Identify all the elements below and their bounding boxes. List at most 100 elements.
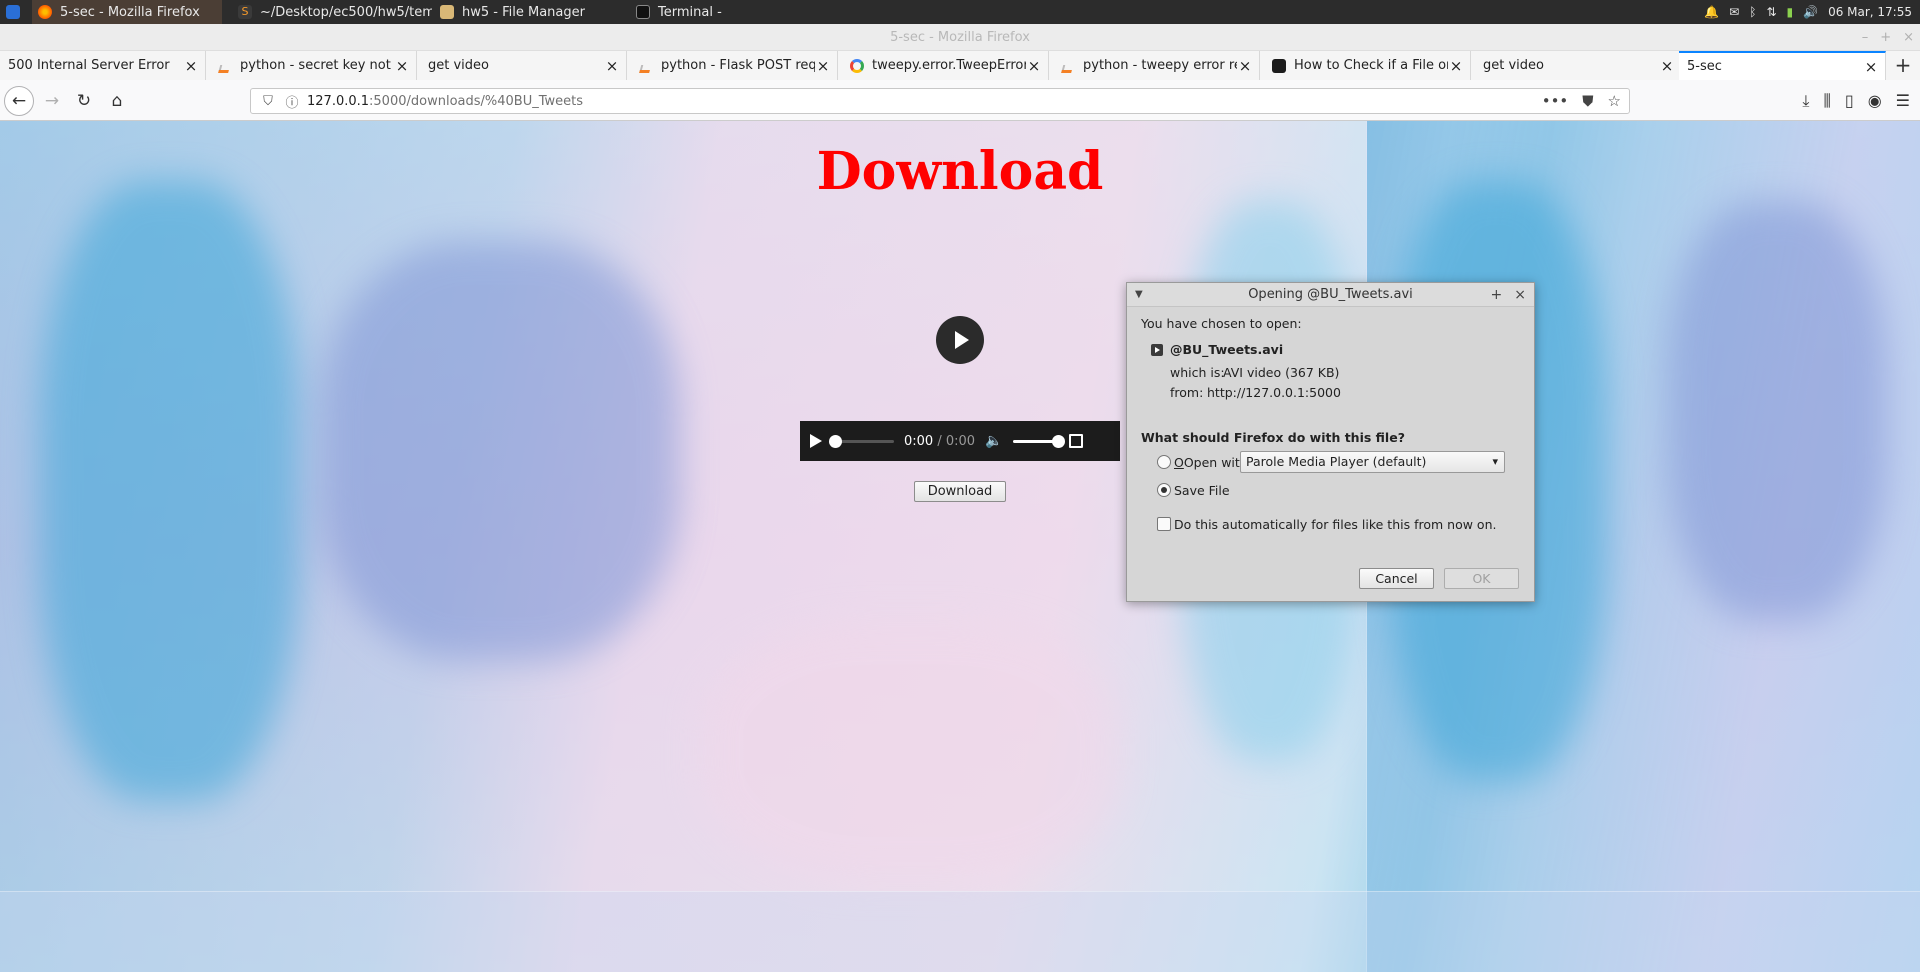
tab[interactable]: python - tweepy error resp × [1053, 51, 1260, 80]
video-scrubber[interactable] [829, 434, 894, 448]
dialog-question: What should Firefox do with this file? [1141, 430, 1405, 445]
tab[interactable]: get video × [1475, 51, 1682, 80]
volume-icon[interactable]: 🔊 [1803, 5, 1818, 19]
tab-active[interactable]: 5-sec × [1679, 51, 1886, 80]
taskbar-item-terminal[interactable]: Terminal - [630, 0, 830, 24]
tracking-shield-icon[interactable]: ⛉ [259, 94, 277, 109]
tab[interactable]: How to Check if a File or Di × [1264, 51, 1471, 80]
tab-label: python - secret key not set [240, 58, 394, 73]
tab-close-icon[interactable]: × [394, 57, 410, 75]
home-icon: ⌂ [111, 91, 123, 111]
window-titlebar: 5-sec - Mozilla Firefox – + × [0, 24, 1920, 51]
background-wash [40, 181, 300, 801]
system-tray: 🔔 ✉ ᛒ ⇅ ▮ 🔊 06 Mar, 17:55 [1704, 0, 1920, 24]
file-type-label: which is: [1170, 365, 1225, 380]
save-file-label[interactable]: Save File [1174, 483, 1230, 498]
volume-handle[interactable] [1051, 434, 1065, 448]
volume-slider[interactable] [1012, 434, 1065, 448]
window-title: 5-sec - Mozilla Firefox [890, 30, 1030, 45]
sidebar-icon[interactable]: ▯ [1845, 91, 1854, 110]
ok-button[interactable]: OK [1444, 568, 1519, 589]
website-favicon-icon [1272, 58, 1286, 73]
open-with-select[interactable]: Parole Media Player (default) ▾ [1240, 451, 1505, 473]
tab-label: python - Flask POST reque [661, 58, 815, 73]
file-open-dialog: ▼ Opening @BU_Tweets.avi + × You have ch… [1126, 282, 1535, 602]
new-tab-button[interactable]: + [1892, 51, 1914, 80]
file-source-value: http://127.0.0.1:5000 [1207, 385, 1341, 400]
forward-button[interactable]: → [38, 88, 66, 114]
library-icon[interactable]: ⫼ [1824, 91, 1831, 111]
network-icon[interactable]: ⇅ [1766, 5, 1776, 19]
open-with-radio[interactable] [1157, 455, 1171, 469]
desktop-panel: 5-sec - Mozilla Firefox S ~/Desktop/ec50… [0, 0, 1920, 24]
xfce-menu-icon [6, 5, 20, 19]
tab-close-icon[interactable]: × [183, 57, 199, 75]
arrow-right-icon: → [44, 91, 60, 111]
notification-bell-icon[interactable]: 🔔 [1704, 5, 1719, 19]
site-info-icon[interactable]: ⓘ [283, 92, 301, 111]
pocket-icon[interactable]: ⛊ [1582, 92, 1593, 110]
remember-choice-label[interactable]: Do this automatically for files like thi… [1174, 517, 1496, 532]
taskbar-item-editor[interactable]: S ~/Desktop/ec500/hw5/templ... [232, 0, 432, 24]
open-with-label-text: Open with [1183, 455, 1248, 470]
tab[interactable]: tweepy.error.TweepError: T × [842, 51, 1049, 80]
cancel-button[interactable]: Cancel [1359, 568, 1434, 589]
open-with-label[interactable]: OOpen with [1174, 455, 1248, 470]
chevron-down-icon: ▾ [1492, 455, 1498, 468]
tab-close-icon[interactable]: × [1659, 57, 1675, 75]
page-actions-icon[interactable]: ••• [1542, 92, 1569, 110]
bookmark-star-icon[interactable]: ☆ [1608, 92, 1621, 110]
download-button[interactable]: Download [914, 481, 1006, 502]
back-button[interactable]: ← [4, 86, 34, 116]
taskbar-item-file-manager[interactable]: hw5 - File Manager [434, 0, 624, 24]
tab-close-icon[interactable]: × [1448, 57, 1464, 75]
clock[interactable]: 06 Mar, 17:55 [1828, 5, 1912, 19]
url-bar[interactable]: ⛉ ⓘ 127.0.0.1:5000/downloads/%40BU_Tweet… [250, 88, 1630, 114]
account-icon[interactable]: ◉ [1868, 91, 1882, 110]
taskbar-item-label: hw5 - File Manager [462, 4, 585, 20]
scrubber-handle[interactable] [829, 434, 842, 448]
tab-close-icon[interactable]: × [1026, 57, 1042, 75]
home-button[interactable]: ⌂ [103, 88, 131, 114]
save-file-radio[interactable] [1157, 483, 1171, 497]
tab-label: 5-sec [1687, 59, 1722, 74]
tab[interactable]: python - secret key not set × [210, 51, 417, 80]
remember-choice-checkbox[interactable] [1157, 517, 1171, 531]
file-name: @BU_Tweets.avi [1170, 342, 1284, 357]
video-player-controls: 0:00 / 0:00 🔈 [800, 421, 1120, 461]
mail-icon[interactable]: ✉ [1729, 5, 1739, 19]
tab-close-icon[interactable]: × [815, 57, 831, 75]
video-play-overlay-button[interactable] [936, 316, 984, 364]
taskbar-item-label: Terminal - [658, 4, 722, 20]
tab[interactable]: 500 Internal Server Error × [0, 51, 206, 80]
bluetooth-icon[interactable]: ᛒ [1749, 5, 1756, 19]
close-dialog-icon[interactable]: × [1514, 283, 1526, 307]
speaker-icon[interactable]: 🔈 [985, 433, 1002, 449]
tab-close-icon[interactable]: × [1863, 58, 1879, 76]
open-with-app: Parole Media Player (default) [1246, 454, 1427, 469]
stackoverflow-icon [216, 58, 234, 73]
taskbar-item-firefox[interactable]: 5-sec - Mozilla Firefox [32, 0, 222, 24]
tab[interactable]: python - Flask POST reque × [631, 51, 838, 80]
fullscreen-icon[interactable] [1068, 434, 1083, 448]
reload-button[interactable]: ↻ [70, 88, 98, 114]
window-menu-icon[interactable]: ▼ [1135, 283, 1143, 307]
terminal-icon [636, 5, 650, 19]
maximize-icon[interactable]: + [1880, 24, 1891, 51]
tab-close-icon[interactable]: × [604, 57, 620, 75]
hamburger-menu-icon[interactable]: ☰ [1896, 91, 1910, 110]
play-icon [955, 331, 969, 349]
tab-close-icon[interactable]: × [1237, 57, 1253, 75]
maximize-icon[interactable]: + [1491, 283, 1503, 307]
battery-icon[interactable]: ▮ [1787, 5, 1794, 19]
downloads-icon[interactable]: ⤓ [1802, 91, 1809, 111]
close-window-icon[interactable]: × [1903, 24, 1914, 51]
minimize-icon[interactable]: – [1862, 24, 1869, 51]
background-wash [700, 621, 1120, 881]
video-file-icon [1151, 344, 1163, 356]
play-icon[interactable] [810, 434, 822, 448]
app-menu-button[interactable] [0, 0, 26, 24]
background-wash [320, 241, 680, 661]
tab-label: 500 Internal Server Error [8, 58, 170, 73]
tab[interactable]: get video × [420, 51, 627, 80]
